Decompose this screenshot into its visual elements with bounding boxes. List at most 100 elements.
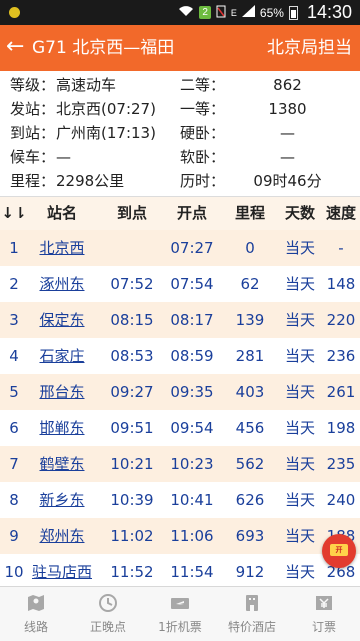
distance: 912 xyxy=(235,563,265,581)
station-link[interactable]: 邯郸东 xyxy=(28,410,96,446)
duration-value: 09时46分 xyxy=(253,172,322,190)
tab-route[interactable]: 线路 xyxy=(0,587,72,641)
day: 当天 xyxy=(284,275,315,293)
back-arrow-icon[interactable]: ← xyxy=(6,34,24,60)
station-link[interactable]: 郑州东 xyxy=(28,518,96,554)
soft-sleeper-label: 软卧： xyxy=(180,148,226,166)
depart-time: 09:35 xyxy=(170,383,214,401)
depart-time: 11:06 xyxy=(170,527,214,545)
row-index: 6 xyxy=(9,419,19,437)
wifi-icon xyxy=(178,5,194,20)
notification-icon xyxy=(9,7,20,18)
battery-percent: 65% xyxy=(259,5,284,20)
distance: 562 xyxy=(235,455,265,473)
station-link[interactable]: 鹤壁东 xyxy=(28,446,96,482)
day: 当天 xyxy=(284,527,315,545)
depart-time: 10:41 xyxy=(170,491,214,509)
table-row[interactable]: 1 北京西 07:27 0 当天 - xyxy=(0,230,360,266)
col-speed: 速度 xyxy=(325,204,356,222)
tab-booking[interactable]: 订票 xyxy=(288,587,360,641)
tab-punctuality[interactable]: 正晚点 xyxy=(72,587,144,641)
depart-time: 10:23 xyxy=(170,455,214,473)
info-row: 候车： — 软卧： — xyxy=(0,145,360,169)
distance-label: 里程： xyxy=(10,172,56,190)
station-link[interactable]: 北京西 xyxy=(28,230,96,266)
status-icons: 2 E 65% 14:30 xyxy=(178,2,352,22)
arrive-value: 广州南(17:13) xyxy=(56,124,156,142)
arrive-time: 10:39 xyxy=(110,491,154,509)
bottom-tab-bar: 线路 正晚点 1折机票 特价酒店 订票 xyxy=(0,586,360,641)
sim-badge: 2 xyxy=(199,6,211,19)
arrive-time: 11:02 xyxy=(110,527,154,545)
distance: 693 xyxy=(235,527,265,545)
row-index: 10 xyxy=(4,563,24,581)
soft-sleeper-price: — xyxy=(280,148,295,166)
station-link[interactable]: 石家庄 xyxy=(28,338,96,374)
row-index: 3 xyxy=(9,311,19,329)
col-day: 天数 xyxy=(284,204,315,222)
table-row[interactable]: 6 邯郸东 09:51 09:54 456 当天 198 xyxy=(0,410,360,446)
arrive-time: 11:52 xyxy=(110,563,154,581)
arrive-time: 07:52 xyxy=(110,275,154,293)
station-link[interactable]: 涿州东 xyxy=(28,266,96,302)
arrive-label: 到站： xyxy=(10,124,56,142)
station-link[interactable]: 新乡东 xyxy=(28,482,96,518)
distance: 456 xyxy=(235,419,265,437)
table-row[interactable]: 3 保定东 08:15 08:17 139 当天 220 xyxy=(0,302,360,338)
row-index: 9 xyxy=(9,527,19,545)
waiting-value: — xyxy=(56,148,71,166)
tab-label: 正晚点 xyxy=(89,620,126,634)
ticket-yen-icon xyxy=(314,593,334,613)
speed: 220 xyxy=(326,311,356,329)
day: 当天 xyxy=(284,383,315,401)
table-row[interactable]: 2 涿州东 07:52 07:54 62 当天 148 xyxy=(0,266,360,302)
table-row[interactable]: 10 驻马店西 11:52 11:54 912 当天 268 xyxy=(0,554,360,590)
row-index: 8 xyxy=(9,491,19,509)
train-info: 等级： 高速动车 二等： 862 发站： 北京西(07:27) 一等： 1380… xyxy=(0,71,360,197)
speed: - xyxy=(338,239,344,257)
table-row[interactable]: 8 新乡东 10:39 10:41 626 当天 240 xyxy=(0,482,360,518)
row-index: 5 xyxy=(9,383,19,401)
info-row: 里程： 2298公里 历时： 09时46分 xyxy=(0,169,360,193)
row-index: 4 xyxy=(9,347,19,365)
clock: 14:30 xyxy=(306,2,352,22)
duration-label: 历时： xyxy=(180,172,226,190)
first-class-price: 1380 xyxy=(268,100,307,118)
table-row[interactable]: 9 郑州东 11:02 11:06 693 当天 188 xyxy=(0,518,360,554)
col-depart: 开点 xyxy=(176,204,207,222)
sort-icon[interactable]: ↓⇂ xyxy=(0,197,28,230)
speed: 236 xyxy=(326,347,356,365)
depart-time: 07:27 xyxy=(170,239,214,257)
hotel-icon xyxy=(242,593,262,613)
tab-hotels[interactable]: 特价酒店 xyxy=(216,587,288,641)
day: 当天 xyxy=(284,419,315,437)
hard-sleeper-label: 硬卧： xyxy=(180,124,226,142)
table-row[interactable]: 7 鹤壁东 10:21 10:23 562 当天 235 xyxy=(0,446,360,482)
arrive-time: 09:27 xyxy=(110,383,154,401)
distance: 403 xyxy=(235,383,265,401)
arrive-time: 09:51 xyxy=(110,419,154,437)
day: 当天 xyxy=(284,491,315,509)
arrive-time: 08:15 xyxy=(110,311,154,329)
page-title: G71 北京西—福田 xyxy=(32,38,175,58)
col-station: 站名 xyxy=(46,204,77,222)
station-link[interactable]: 驻马店西 xyxy=(28,554,96,590)
red-packet-icon: 开 xyxy=(330,544,348,556)
tab-flights[interactable]: 1折机票 xyxy=(144,587,216,641)
speed: 235 xyxy=(326,455,356,473)
info-row: 到站： 广州南(17:13) 硬卧： — xyxy=(0,121,360,145)
station-link[interactable]: 保定东 xyxy=(28,302,96,338)
second-class-label: 二等： xyxy=(180,76,226,94)
depart-time: 08:17 xyxy=(170,311,214,329)
station-link[interactable]: 邢台东 xyxy=(28,374,96,410)
distance: 139 xyxy=(235,311,265,329)
waiting-label: 候车： xyxy=(10,148,56,166)
red-packet-button[interactable]: 开 xyxy=(322,534,356,568)
status-bar: 2 E 65% 14:30 xyxy=(0,0,360,25)
bureau-label: 北京局担当 xyxy=(267,38,352,58)
table-row[interactable]: 5 邢台东 09:27 09:35 403 当天 261 xyxy=(0,374,360,410)
speed: 261 xyxy=(326,383,356,401)
second-class-price: 862 xyxy=(273,76,302,94)
row-index: 2 xyxy=(9,275,19,293)
table-row[interactable]: 4 石家庄 08:53 08:59 281 当天 236 xyxy=(0,338,360,374)
